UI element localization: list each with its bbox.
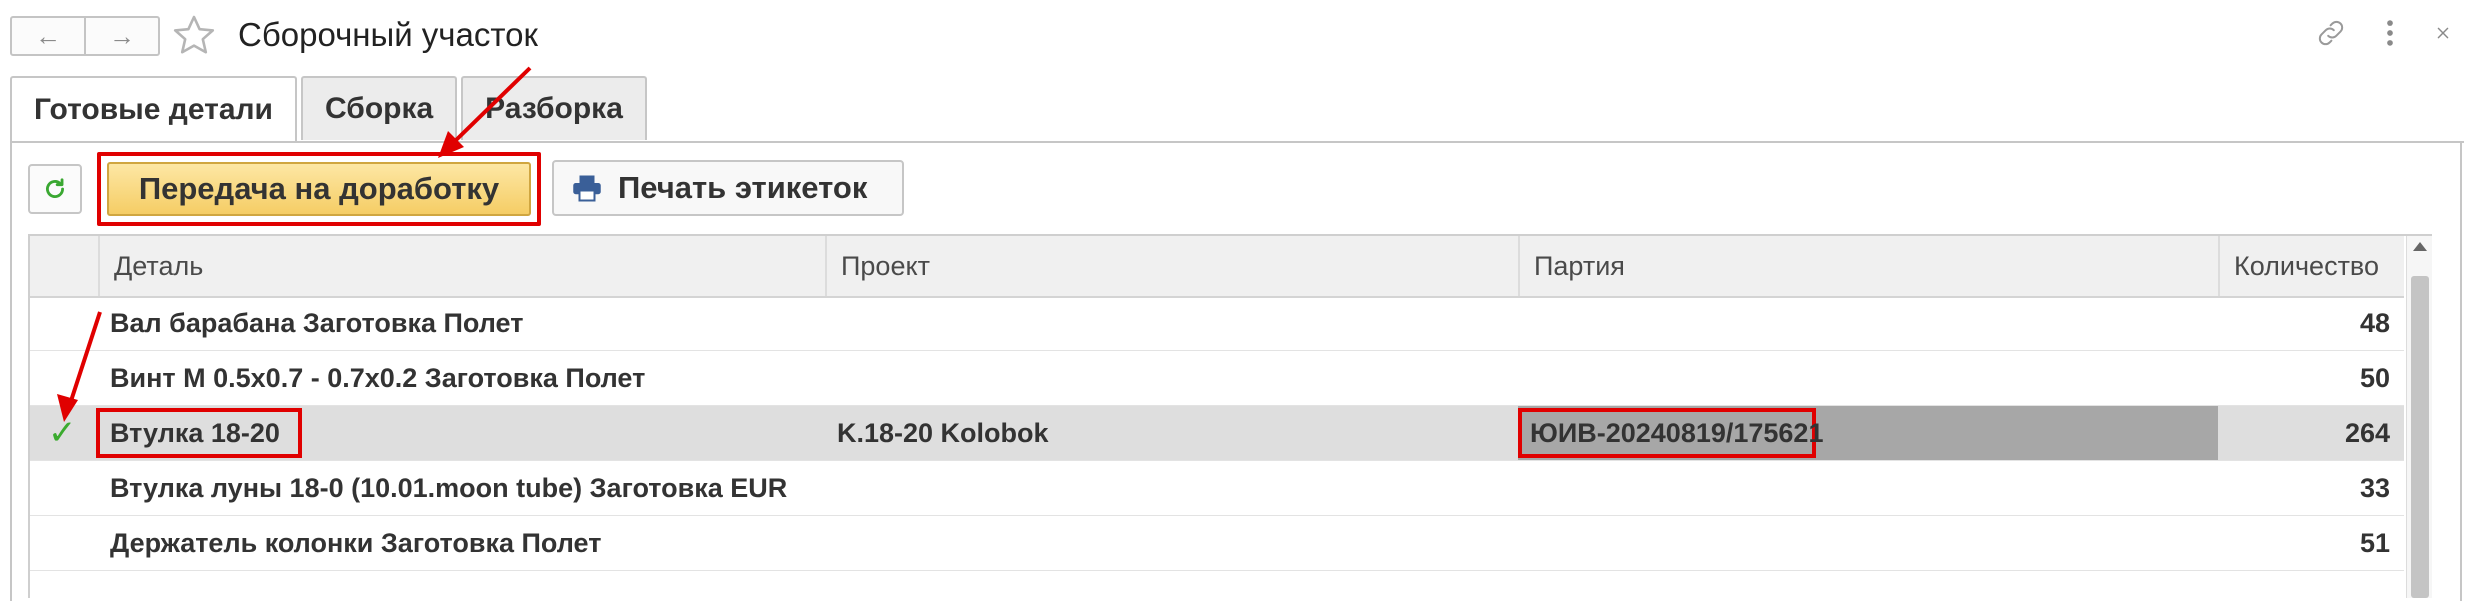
transfer-to-rework-button[interactable]: Передача на доработку <box>107 162 531 216</box>
navigation-group: ← → <box>10 16 160 56</box>
cell-detail: Втулка 18-20 <box>110 418 280 448</box>
table-row[interactable]: Втулка луны 18-0 (10.01.moon tube) Загот… <box>30 461 2404 516</box>
cell-quantity: 48 <box>2359 308 2390 338</box>
page-title: Сборочный участок <box>238 16 538 53</box>
printer-icon <box>573 175 601 202</box>
scrollbar-thumb[interactable] <box>2411 276 2429 598</box>
star-icon[interactable] <box>170 12 218 60</box>
print-labels-button[interactable]: Печать этикеток <box>552 160 904 216</box>
cell-project <box>825 461 1518 515</box>
forward-button[interactable]: → <box>84 18 158 54</box>
cell-project: K.18-20 Kolobok <box>837 418 1049 448</box>
cell-quantity: 264 <box>2344 418 2390 448</box>
arrow-left-icon: ← <box>35 20 61 51</box>
cell-party <box>1518 516 2218 570</box>
cell-quantity: 50 <box>2359 363 2390 393</box>
table-row[interactable]: Держатель колонки Заготовка Полет 51 <box>30 516 2404 571</box>
cell-party: ЮИВ-20240819/175621 <box>1530 418 1824 448</box>
table-header: Деталь Проект Партия Количество <box>30 236 2404 298</box>
transfer-highlight-frame: Передача на доработку <box>97 152 541 226</box>
cell-party <box>1518 351 2218 405</box>
header-project[interactable]: Проект <box>825 236 1518 296</box>
close-icon[interactable] <box>2432 16 2454 50</box>
cell-project <box>825 516 1518 570</box>
cell-detail: Вал барабана Заготовка Полет <box>110 308 524 338</box>
cell-party <box>1518 461 2218 515</box>
cell-quantity: 33 <box>2359 473 2390 503</box>
tab-ready-parts[interactable]: Готовые детали <box>10 76 298 142</box>
vertical-scrollbar[interactable] <box>2406 236 2432 598</box>
window-header: ← → Сборочный участок <box>0 0 2474 70</box>
header-party[interactable]: Партия <box>1518 236 2218 296</box>
header-actions <box>2314 16 2454 50</box>
header-quantity[interactable]: Количество <box>2218 236 2404 296</box>
tab-bar: Готовые детали Сборка Разборка <box>10 76 651 142</box>
cell-detail: Винт М 0.5x0.7 - 0.7x0.2 Заготовка Полет <box>110 363 646 393</box>
back-button[interactable]: ← <box>12 18 84 54</box>
more-vertical-icon[interactable] <box>2380 16 2400 50</box>
table-row-selected[interactable]: ✓ Втулка 18-20 K.18-20 Kolobok ЮИВ-20240… <box>30 406 2404 461</box>
table-row[interactable]: Винт М 0.5x0.7 - 0.7x0.2 Заготовка Полет… <box>30 351 2404 406</box>
header-marker-column <box>30 236 98 296</box>
parts-table: Деталь Проект Партия Количество Вал бара… <box>28 234 2432 598</box>
print-labels-label: Печать этикеток <box>618 170 868 205</box>
arrow-right-icon: → <box>109 20 135 51</box>
tab-disassembly[interactable]: Разборка <box>461 76 647 140</box>
cell-detail: Втулка луны 18-0 (10.01.moon tube) Загот… <box>110 473 788 503</box>
checkmark-icon: ✓ <box>48 414 77 452</box>
header-detail[interactable]: Деталь <box>98 236 825 296</box>
refresh-button[interactable] <box>28 164 82 214</box>
table-row[interactable]: Вал барабана Заготовка Полет 48 <box>30 296 2404 351</box>
scroll-up-icon[interactable] <box>2413 242 2427 251</box>
refresh-icon <box>46 178 64 198</box>
tab-assembly[interactable]: Сборка <box>301 76 458 140</box>
cell-quantity: 51 <box>2359 528 2390 558</box>
cell-detail: Держатель колонки Заготовка Полет <box>110 528 602 558</box>
cell-project <box>825 351 1518 405</box>
cell-party <box>1518 296 2218 350</box>
cell-project <box>825 296 1518 350</box>
link-icon[interactable] <box>2314 16 2348 50</box>
